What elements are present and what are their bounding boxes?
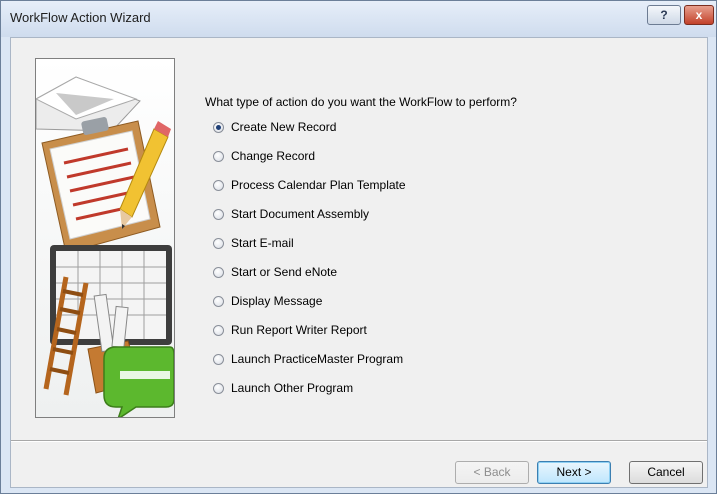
close-button[interactable]: x [684, 5, 714, 25]
option-label: Start E-mail [231, 236, 294, 250]
option-label: Start or Send eNote [231, 265, 338, 279]
radio-button[interactable] [213, 295, 224, 307]
radio-button[interactable] [213, 179, 224, 191]
back-button[interactable]: < Back [455, 461, 529, 484]
speech-bubble-icon [103, 346, 174, 417]
footer-divider [11, 440, 707, 442]
option-launch-other-program[interactable]: Launch Other Program [213, 378, 353, 398]
option-display-message[interactable]: Display Message [213, 291, 322, 311]
radio-button[interactable] [213, 208, 224, 220]
radio-button[interactable] [213, 150, 224, 162]
option-label: Create New Record [231, 120, 337, 134]
wizard-window: WorkFlow Action Wizard ? x What type of … [0, 0, 717, 494]
radio-button[interactable] [213, 266, 224, 278]
option-label: Launch Other Program [231, 381, 354, 395]
option-label: Launch PracticeMaster Program [231, 352, 404, 366]
option-create-new-record[interactable]: Create New Record [213, 117, 336, 137]
radio-button[interactable] [213, 324, 224, 336]
help-button[interactable]: ? [647, 5, 681, 25]
action-question: What type of action do you want the Work… [205, 95, 517, 109]
radio-button[interactable] [213, 353, 224, 365]
option-start-or-send-enote[interactable]: Start or Send eNote [213, 262, 337, 282]
radio-button[interactable] [213, 237, 224, 249]
radio-button[interactable] [213, 121, 224, 133]
next-button[interactable]: Next > [537, 461, 611, 484]
option-label: Change Record [231, 149, 316, 163]
option-label: Start Document Assembly [231, 207, 370, 221]
radio-button[interactable] [213, 382, 224, 394]
option-change-record[interactable]: Change Record [213, 146, 315, 166]
option-label: Process Calendar Plan Template [231, 178, 406, 192]
option-process-calendar-plan-template[interactable]: Process Calendar Plan Template [213, 175, 406, 195]
option-label: Display Message [231, 294, 323, 308]
option-run-report-writer-report[interactable]: Run Report Writer Report [213, 320, 367, 340]
option-launch-practicemaster-program[interactable]: Launch PracticeMaster Program [213, 349, 403, 369]
option-start-email[interactable]: Start E-mail [213, 233, 294, 253]
option-start-document-assembly[interactable]: Start Document Assembly [213, 204, 369, 224]
wizard-illustration [35, 58, 175, 418]
cancel-button[interactable]: Cancel [629, 461, 703, 484]
window-title: WorkFlow Action Wizard [10, 10, 151, 25]
option-label: Run Report Writer Report [231, 323, 367, 337]
title-bar: WorkFlow Action Wizard ? x [1, 1, 716, 37]
wizard-body: What type of action do you want the Work… [10, 37, 708, 488]
